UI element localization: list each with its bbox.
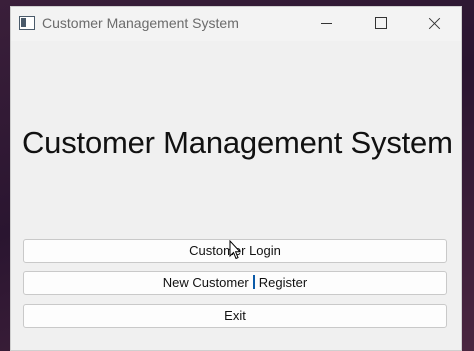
register-button-label-right: Register	[258, 275, 308, 290]
app-window: Customer Management System Customer Mana…	[10, 6, 462, 351]
maximize-icon[interactable]	[358, 7, 404, 39]
exit-button[interactable]: Exit	[23, 304, 447, 328]
mouse-pointer-icon	[229, 240, 241, 260]
close-icon[interactable]	[411, 7, 457, 39]
text-cursor	[252, 275, 255, 289]
register-button-label-left: New Customer	[162, 275, 249, 290]
window-title: Customer Management System	[42, 15, 239, 31]
minimize-icon[interactable]	[303, 7, 349, 39]
register-button[interactable]: New Customer Register	[23, 271, 447, 295]
title-bar[interactable]: Customer Management System	[11, 7, 461, 41]
page-title: Customer Management System	[22, 125, 453, 160]
app-window-icon	[19, 16, 35, 30]
